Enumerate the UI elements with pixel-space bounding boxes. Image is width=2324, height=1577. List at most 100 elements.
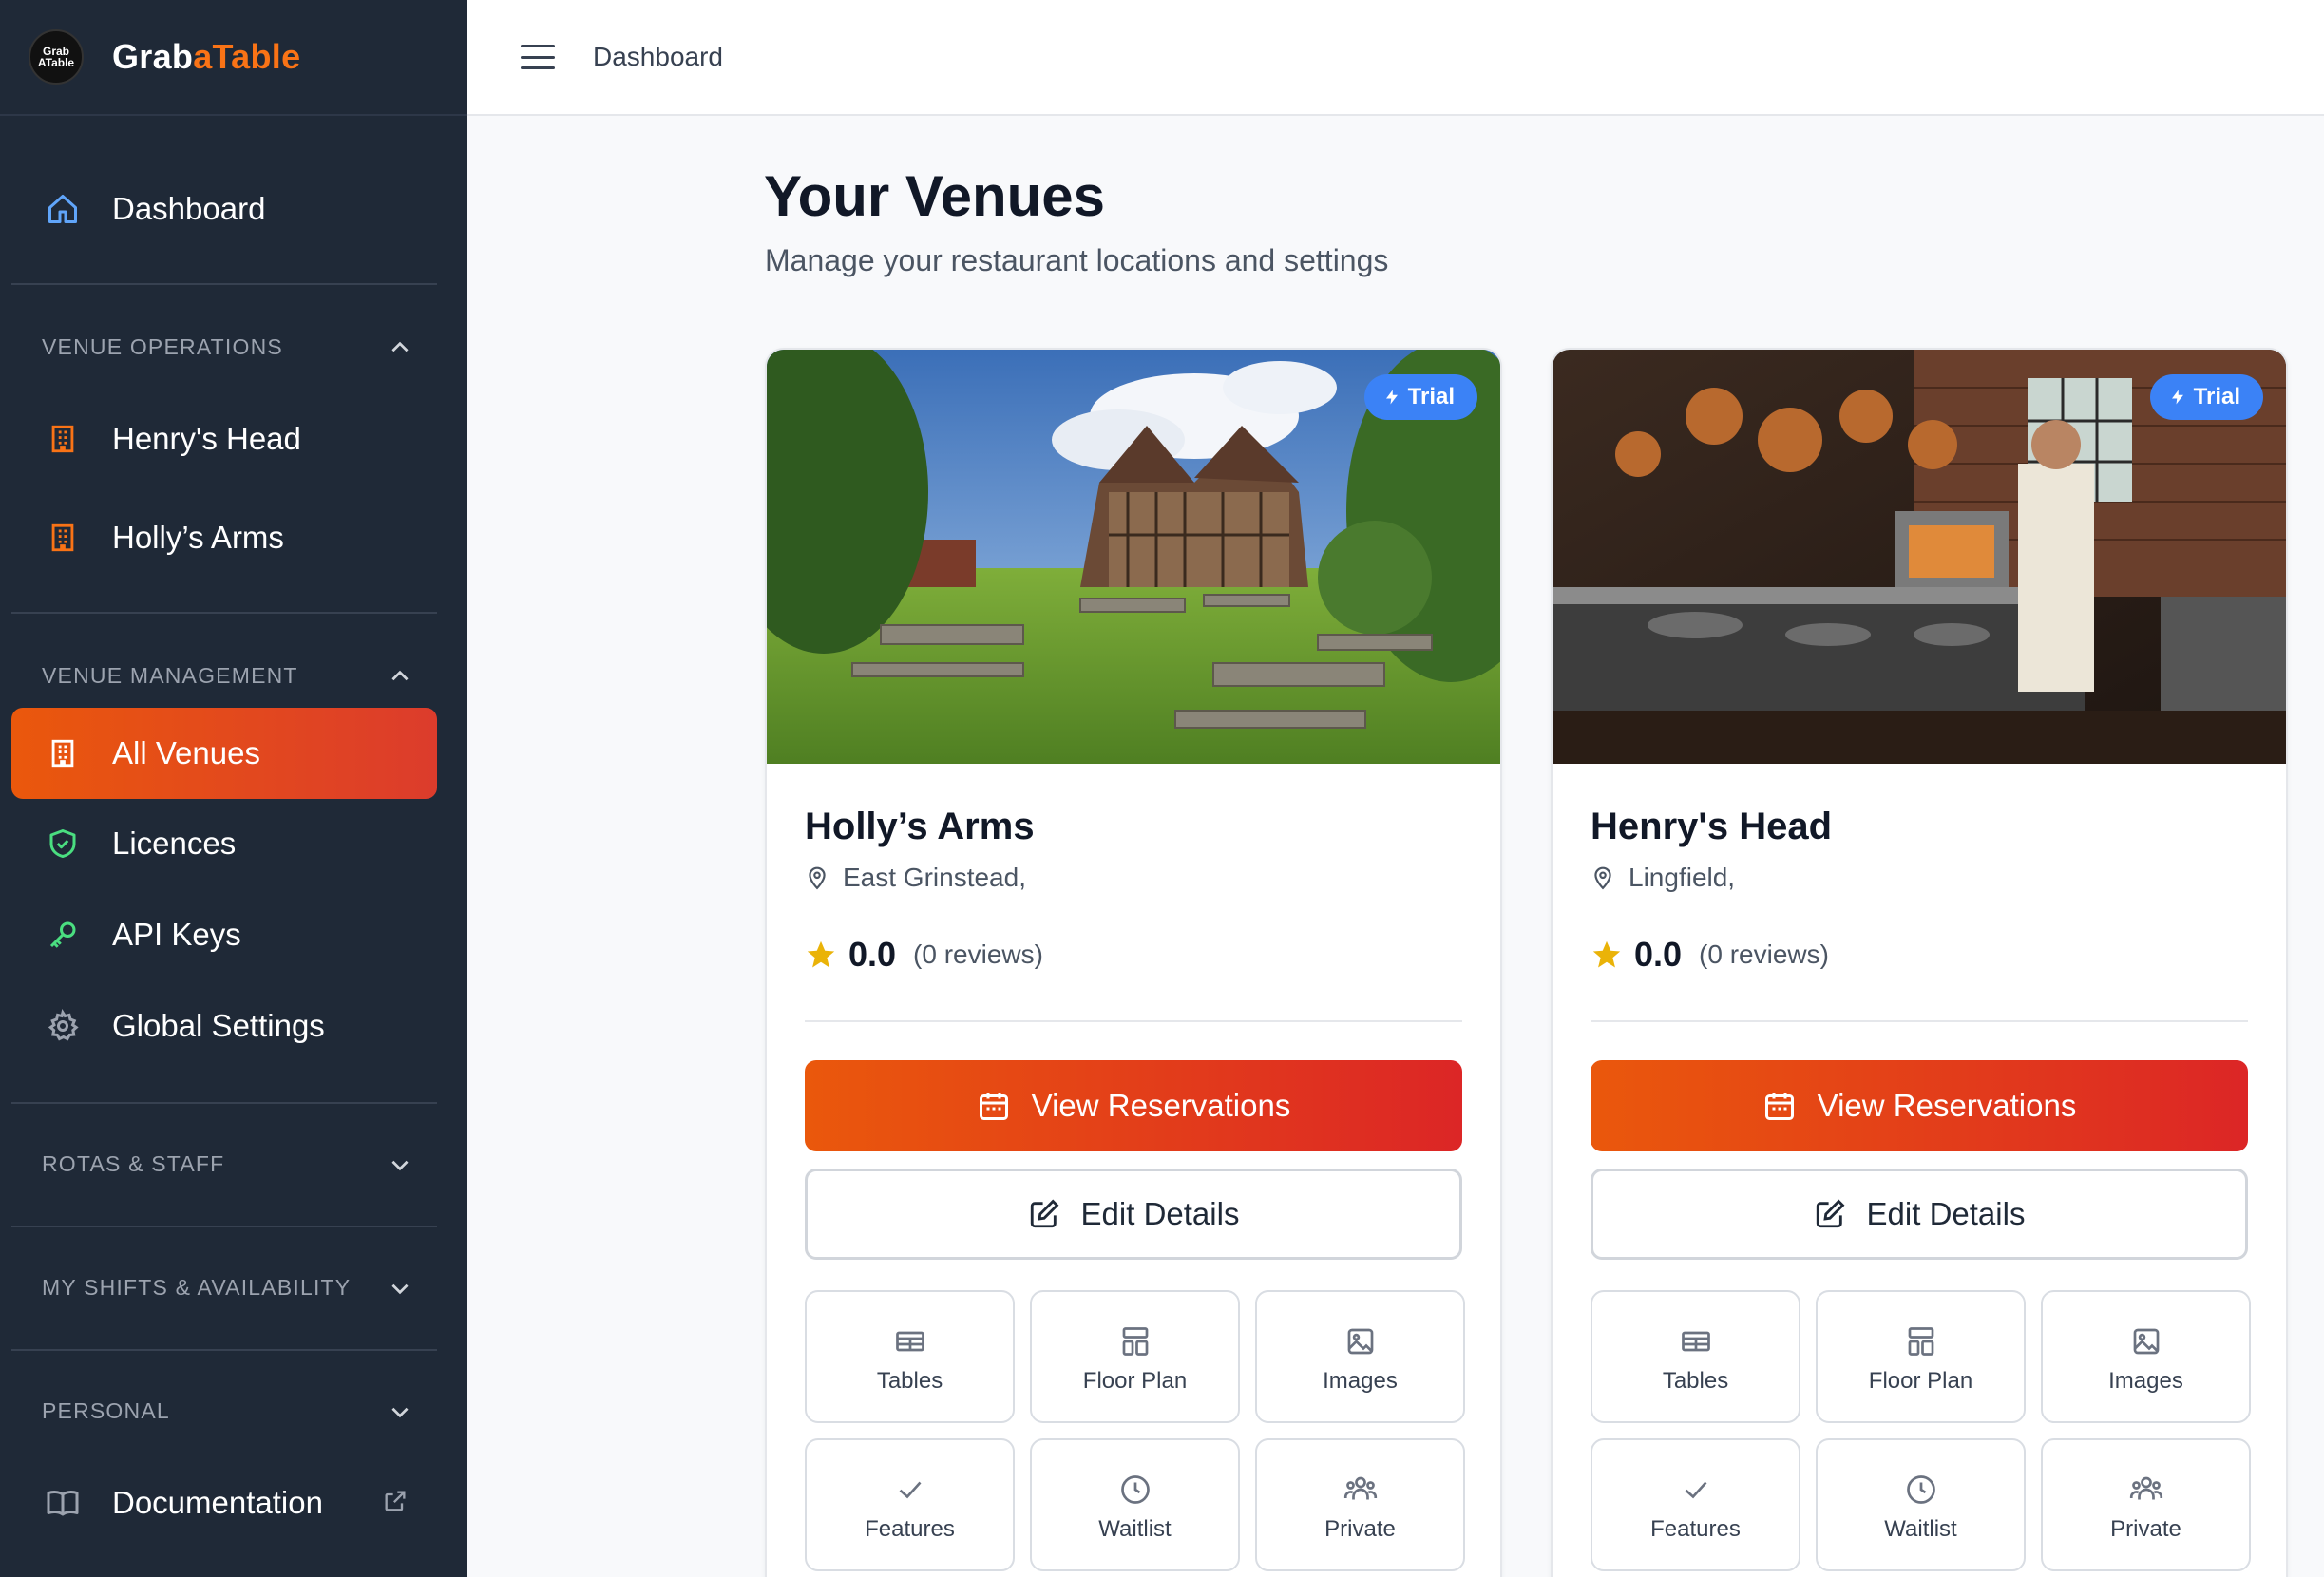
private-tile[interactable]: Private bbox=[2041, 1438, 2251, 1571]
divider bbox=[1591, 1020, 2248, 1022]
sidebar-item-api-keys[interactable]: API Keys bbox=[11, 889, 437, 980]
sidebar: Grab ATable GrabaTable Dashboard VENUE O… bbox=[0, 0, 467, 1577]
venue-card: Trial Henry's Head Lingfield, 0.0 (0 rev… bbox=[1551, 348, 2288, 1577]
chevron-up-icon bbox=[391, 670, 409, 680]
view-reservations-button[interactable]: View Reservations bbox=[805, 1060, 1462, 1151]
review-count: (0 reviews) bbox=[1699, 940, 1829, 969]
tile-label: Tables bbox=[1662, 1368, 1729, 1394]
section-my-shifts[interactable]: MY SHIFTS & AVAILABILITY bbox=[42, 1275, 412, 1301]
home-icon bbox=[44, 190, 82, 228]
venue-image[interactable]: Trial bbox=[1553, 350, 2286, 764]
topbar-title: Dashboard bbox=[593, 42, 723, 71]
features-tile[interactable]: Features bbox=[805, 1438, 1015, 1571]
floor-plan-tile[interactable]: Floor Plan bbox=[1816, 1290, 2026, 1423]
lightning-icon bbox=[2171, 390, 2183, 405]
sidebar-item-label: All Venues bbox=[112, 735, 260, 770]
table-icon bbox=[1681, 1331, 1710, 1352]
brand-name-part2: aTable bbox=[193, 37, 301, 76]
sidebar-item-label: Documentation bbox=[112, 1485, 323, 1520]
trial-badge: Trial bbox=[2149, 374, 2263, 420]
chevron-up-icon bbox=[391, 341, 409, 352]
rating-value: 0.0 bbox=[1634, 935, 1683, 974]
divider bbox=[805, 1020, 1462, 1022]
clock-icon bbox=[1120, 1475, 1150, 1504]
location-text: East Grinstead, bbox=[843, 863, 1026, 892]
section-label: PERSONAL bbox=[42, 1398, 170, 1423]
section-label: VENUE MANAGEMENT bbox=[42, 663, 298, 688]
section-venue-operations[interactable]: VENUE OPERATIONS bbox=[42, 334, 412, 360]
logo-text-2: ATable bbox=[37, 56, 75, 69]
check-icon bbox=[899, 1481, 922, 1499]
tile-label: Floor Plan bbox=[1082, 1368, 1188, 1394]
venue-card: Trial Holly’s Arms East Grinstead, 0.0 (… bbox=[765, 348, 1502, 1577]
venue-rating: 0.0 (0 reviews) bbox=[1591, 935, 1829, 975]
map-pin-icon bbox=[1594, 866, 1611, 890]
button-label: Edit Details bbox=[1080, 1196, 1240, 1231]
divider bbox=[11, 1349, 437, 1351]
floor-plan-icon bbox=[1122, 1327, 1148, 1356]
sidebar-item-dashboard[interactable]: Dashboard bbox=[11, 163, 437, 255]
check-icon bbox=[1685, 1481, 1707, 1499]
sidebar-item-label: Licences bbox=[112, 826, 237, 861]
sidebar-item-henrys-head[interactable]: Henry's Head bbox=[11, 393, 437, 484]
chevron-down-icon bbox=[391, 1407, 409, 1417]
edit-details-button[interactable]: Edit Details bbox=[805, 1168, 1462, 1260]
tile-label: Waitlist bbox=[1098, 1516, 1172, 1542]
sidebar-item-all-venues[interactable]: All Venues bbox=[11, 708, 437, 799]
tables-tile[interactable]: Tables bbox=[805, 1290, 1015, 1423]
divider bbox=[11, 612, 437, 614]
sidebar-item-global-settings[interactable]: Global Settings bbox=[11, 980, 437, 1072]
divider bbox=[11, 1226, 437, 1227]
tables-tile[interactable]: Tables bbox=[1591, 1290, 1800, 1423]
button-label: Edit Details bbox=[1866, 1196, 2026, 1231]
venue-rating: 0.0 (0 reviews) bbox=[805, 935, 1043, 975]
lightning-icon bbox=[1385, 390, 1398, 405]
external-link-icon bbox=[382, 1486, 409, 1522]
edit-icon bbox=[1816, 1199, 1845, 1228]
waitlist-tile[interactable]: Waitlist bbox=[1816, 1438, 2026, 1571]
images-tile[interactable]: Images bbox=[1255, 1290, 1465, 1423]
shield-icon bbox=[44, 825, 82, 863]
waitlist-tile[interactable]: Waitlist bbox=[1030, 1438, 1240, 1571]
menu-icon[interactable] bbox=[519, 38, 557, 76]
section-venue-management[interactable]: VENUE MANAGEMENT bbox=[42, 663, 412, 689]
badge-label: Trial bbox=[1407, 384, 1455, 409]
tile-label: Private bbox=[2110, 1516, 2181, 1542]
location-text: Lingfield, bbox=[1629, 863, 1736, 892]
tile-label: Features bbox=[1650, 1516, 1741, 1542]
star-icon bbox=[1592, 940, 1621, 968]
edit-details-button[interactable]: Edit Details bbox=[1591, 1168, 2248, 1260]
brand-name-part1: Grab bbox=[112, 37, 194, 76]
rating-value: 0.0 bbox=[848, 935, 897, 974]
sidebar-item-licences[interactable]: Licences bbox=[11, 798, 437, 889]
images-tile[interactable]: Images bbox=[2041, 1290, 2251, 1423]
calendar-icon bbox=[1764, 1092, 1794, 1120]
edit-icon bbox=[1030, 1199, 1059, 1228]
chevron-down-icon bbox=[391, 1160, 409, 1170]
venue-image[interactable]: Trial bbox=[767, 350, 1500, 764]
calendar-icon bbox=[979, 1092, 1008, 1120]
venue-name[interactable]: Holly’s Arms bbox=[805, 806, 1035, 848]
topbar: Dashboard bbox=[467, 0, 2324, 116]
section-personal[interactable]: PERSONAL bbox=[42, 1398, 412, 1424]
section-rotas-staff[interactable]: ROTAS & STAFF bbox=[42, 1151, 412, 1177]
page-title: Your Venues bbox=[764, 164, 1106, 228]
brand[interactable]: Grab ATable GrabaTable bbox=[0, 0, 467, 116]
sidebar-item-documentation[interactable]: Documentation bbox=[11, 1457, 437, 1548]
venue-location: East Grinstead, bbox=[805, 863, 1026, 893]
sidebar-item-label: Henry's Head bbox=[112, 421, 301, 456]
brand-logo: Grab ATable bbox=[29, 29, 84, 85]
image-icon bbox=[1347, 1328, 1373, 1355]
map-pin-icon bbox=[809, 866, 826, 890]
section-label: VENUE OPERATIONS bbox=[42, 334, 283, 359]
chevron-down-icon bbox=[391, 1283, 409, 1294]
floor-plan-tile[interactable]: Floor Plan bbox=[1030, 1290, 1240, 1423]
tile-label: Tables bbox=[876, 1368, 943, 1394]
sidebar-item-hollys-arms[interactable]: Holly’s Arms bbox=[11, 492, 437, 583]
divider bbox=[11, 283, 437, 285]
features-tile[interactable]: Features bbox=[1591, 1438, 1800, 1571]
view-reservations-button[interactable]: View Reservations bbox=[1591, 1060, 2248, 1151]
brand-name: GrabaTable bbox=[112, 37, 300, 77]
venue-name[interactable]: Henry's Head bbox=[1591, 806, 1832, 848]
private-tile[interactable]: Private bbox=[1255, 1438, 1465, 1571]
